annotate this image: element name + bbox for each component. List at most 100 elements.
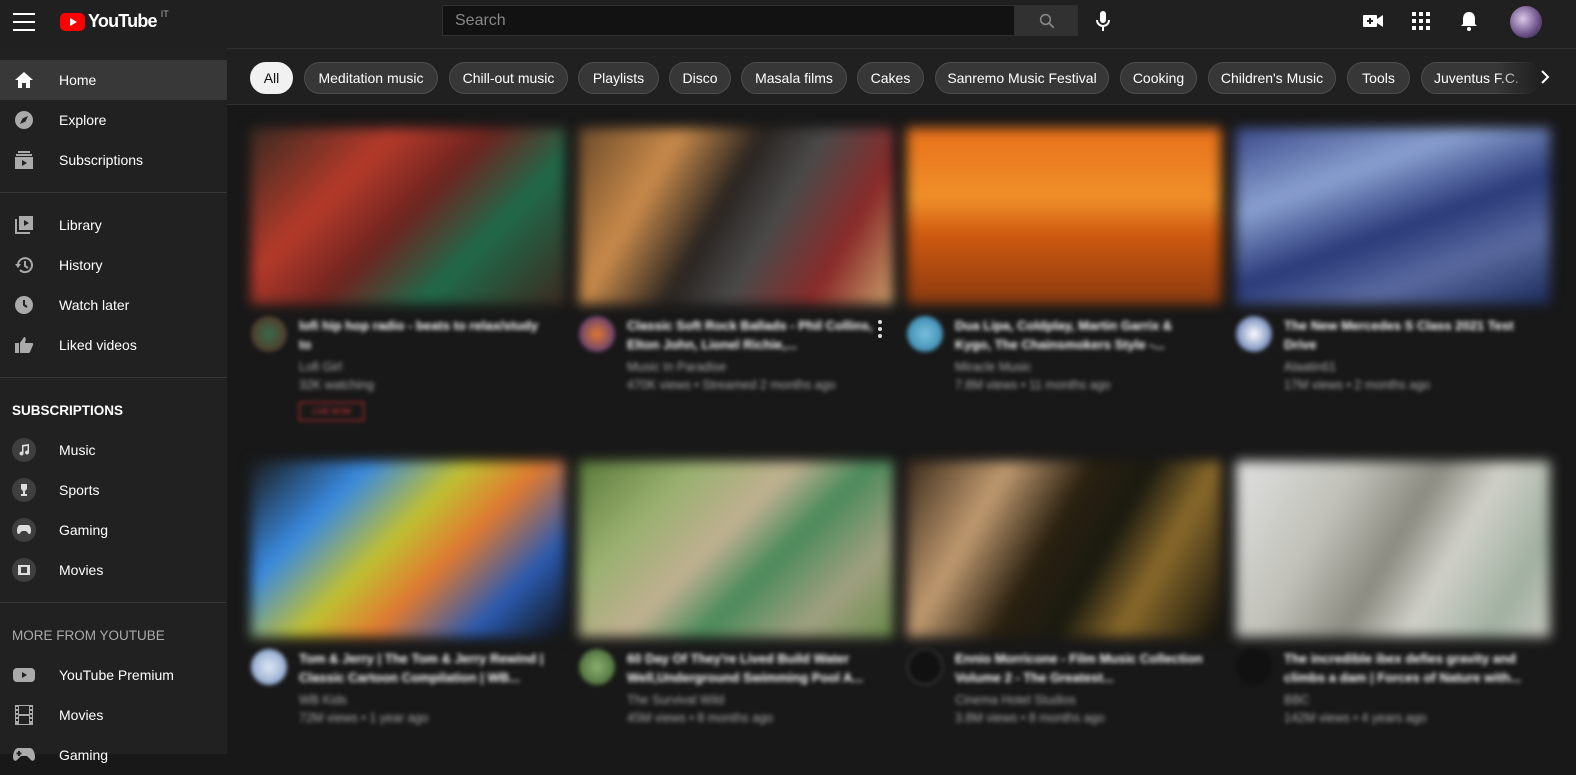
chip-tools[interactable]: Tools bbox=[1347, 62, 1410, 94]
video-title[interactable]: lofi hip hop radio - beats to relax/stud… bbox=[299, 316, 549, 354]
apps-button[interactable] bbox=[1409, 9, 1433, 33]
video-stats: 7.8M views • 11 months ago bbox=[955, 378, 1111, 392]
sidebar-item-history[interactable]: History bbox=[0, 245, 227, 285]
video-card[interactable]: 60 Day Of They're Lived Build Water Well… bbox=[579, 461, 893, 741]
video-thumbnail[interactable] bbox=[907, 461, 1221, 637]
video-thumbnail[interactable] bbox=[579, 128, 893, 304]
channel-avatar[interactable] bbox=[579, 649, 615, 685]
sidebar-item-sports[interactable]: Sports bbox=[0, 470, 227, 510]
video-meta: lofi hip hop radio - beats to relax/stud… bbox=[251, 316, 565, 421]
sidebar-item-watch-later[interactable]: Watch later bbox=[0, 285, 227, 325]
channel-avatar[interactable] bbox=[251, 316, 287, 352]
video-title[interactable]: The incredible ibex defies gravity and c… bbox=[1284, 649, 1534, 687]
sidebar-item-home[interactable]: Home bbox=[0, 60, 227, 100]
sidebar-item-library[interactable]: Library bbox=[0, 205, 227, 245]
video-stats: 32K watching bbox=[299, 378, 375, 392]
sidebar-item-subscriptions[interactable]: Subscriptions bbox=[0, 140, 227, 180]
channel-avatar[interactable] bbox=[907, 649, 943, 685]
video-title[interactable]: The New Mercedes S Class 2021 Test Drive bbox=[1284, 316, 1534, 354]
video-card[interactable]: The New Mercedes S Class 2021 Test Drive… bbox=[1236, 128, 1550, 408]
sidebar-item-gaming-more[interactable]: Gaming bbox=[0, 735, 227, 775]
sidebar-item-movies[interactable]: Movies bbox=[0, 550, 227, 590]
sidebar-item-movies-more[interactable]: Movies bbox=[0, 695, 227, 735]
video-card[interactable]: Classic Soft Rock Ballads - Phil Collins… bbox=[579, 128, 893, 408]
sidebar-item-explore[interactable]: Explore bbox=[0, 100, 227, 140]
video-card[interactable]: Ennio Morricone - Film Music Collection … bbox=[907, 461, 1221, 741]
video-title[interactable]: Classic Soft Rock Ballads - Phil Collins… bbox=[627, 316, 877, 354]
channel-name[interactable]: BBC bbox=[1284, 693, 1310, 707]
history-icon bbox=[12, 253, 36, 277]
channel-name[interactable]: Cinema Hotel Studios bbox=[955, 693, 1076, 707]
sidebar-item-label: Watch later bbox=[59, 297, 130, 313]
channel-name[interactable]: The Survival Wild bbox=[627, 693, 724, 707]
video-meta: Classic Soft Rock Ballads - Phil Collins… bbox=[579, 316, 893, 416]
video-thumbnail[interactable] bbox=[251, 461, 565, 637]
search-box[interactable] bbox=[442, 5, 1015, 36]
channel-avatar[interactable] bbox=[579, 316, 615, 352]
video-title[interactable]: 60 Day Of They're Lived Build Water Well… bbox=[627, 649, 877, 687]
search-input[interactable] bbox=[455, 11, 1002, 30]
chip-chill-out-music[interactable]: Chill-out music bbox=[449, 62, 568, 94]
channel-name[interactable]: Music In Paradise bbox=[627, 360, 726, 374]
chip-playlists[interactable]: Playlists bbox=[578, 62, 659, 94]
video-card[interactable]: Dua Lipa, Coldplay, Martin Garrix & Kygo… bbox=[907, 128, 1221, 408]
library-icon bbox=[12, 213, 36, 237]
sidebar-item-label: Movies bbox=[59, 562, 104, 578]
film-icon bbox=[12, 558, 36, 582]
channel-avatar[interactable] bbox=[1236, 316, 1272, 352]
video-thumbnail[interactable] bbox=[579, 461, 893, 637]
video-thumbnail[interactable] bbox=[251, 128, 565, 304]
video-title[interactable]: Ennio Morricone - Film Music Collection … bbox=[955, 649, 1205, 687]
channel-avatar[interactable] bbox=[251, 649, 287, 685]
chip-childrens-music[interactable]: Children's Music bbox=[1208, 62, 1336, 94]
video-card[interactable]: lofi hip hop radio - beats to relax/stud… bbox=[251, 128, 565, 428]
chip-meditation-music[interactable]: Meditation music bbox=[304, 62, 438, 94]
video-thumbnail[interactable] bbox=[907, 128, 1221, 304]
sidebar-item-youtube-premium[interactable]: YouTube Premium bbox=[0, 655, 227, 695]
region-code: IT bbox=[160, 8, 169, 19]
video-title[interactable]: Dua Lipa, Coldplay, Martin Garrix & Kygo… bbox=[955, 316, 1205, 354]
channel-avatar[interactable] bbox=[907, 316, 943, 352]
sidebar-item-label: Gaming bbox=[59, 747, 109, 763]
notifications-button[interactable] bbox=[1457, 9, 1481, 33]
search-button[interactable] bbox=[1015, 5, 1078, 36]
channel-name[interactable]: WB Kids bbox=[299, 693, 347, 707]
subscriptions-heading: SUBSCRIPTIONS bbox=[12, 402, 124, 418]
thumbs-up-icon bbox=[12, 333, 36, 357]
filter-chip-bar: All Meditation music Chill-out music Pla… bbox=[227, 48, 1576, 105]
channel-name[interactable]: Miracle Music bbox=[955, 360, 1031, 374]
chip-all[interactable]: All bbox=[250, 62, 293, 94]
music-icon bbox=[12, 438, 36, 462]
menu-icon[interactable] bbox=[13, 13, 35, 31]
subscriptions-icon bbox=[12, 148, 36, 172]
create-video-button[interactable] bbox=[1361, 9, 1385, 33]
chip-scroll-next-button[interactable] bbox=[1535, 64, 1555, 90]
video-card[interactable]: Tom & Jerry | The Tom & Jerry Rewind | C… bbox=[251, 461, 565, 741]
chip-sanremo-music-festival[interactable]: Sanremo Music Festival bbox=[935, 62, 1109, 94]
chip-disco[interactable]: Disco bbox=[669, 62, 731, 94]
video-thumbnail[interactable] bbox=[1236, 461, 1550, 637]
voice-search-button[interactable] bbox=[1092, 9, 1114, 33]
chip-cooking[interactable]: Cooking bbox=[1120, 62, 1197, 94]
sidebar-item-gaming[interactable]: Gaming bbox=[0, 510, 227, 550]
compass-icon bbox=[12, 108, 36, 132]
youtube-logo[interactable]: YouTube IT bbox=[60, 8, 169, 32]
chip-masala-films[interactable]: Masala films bbox=[741, 62, 847, 94]
video-card[interactable]: The incredible ibex defies gravity and c… bbox=[1236, 461, 1550, 741]
account-avatar[interactable] bbox=[1510, 6, 1542, 38]
sidebar-item-music[interactable]: Music bbox=[0, 430, 227, 470]
video-title[interactable]: Tom & Jerry | The Tom & Jerry Rewind | C… bbox=[299, 649, 549, 687]
sidebar-item-liked-videos[interactable]: Liked videos bbox=[0, 325, 227, 365]
video-meta: 60 Day Of They're Lived Build Water Well… bbox=[579, 649, 893, 749]
sidebar-divider bbox=[0, 192, 227, 193]
channel-name[interactable]: Lofi Girl bbox=[299, 360, 342, 374]
video-action-menu-button[interactable] bbox=[872, 318, 888, 340]
chip-cakes[interactable]: Cakes bbox=[857, 62, 924, 94]
channel-name[interactable]: Alaatin61 bbox=[1284, 360, 1336, 374]
sidebar: Home Explore Subscriptions Library Histo… bbox=[0, 48, 227, 763]
logo-text: YouTube bbox=[88, 11, 158, 31]
video-thumbnail[interactable] bbox=[1236, 128, 1550, 304]
video-stats: 45M views • 8 months ago bbox=[627, 711, 774, 725]
chevron-right-icon bbox=[1541, 70, 1550, 84]
channel-avatar[interactable] bbox=[1236, 649, 1272, 685]
